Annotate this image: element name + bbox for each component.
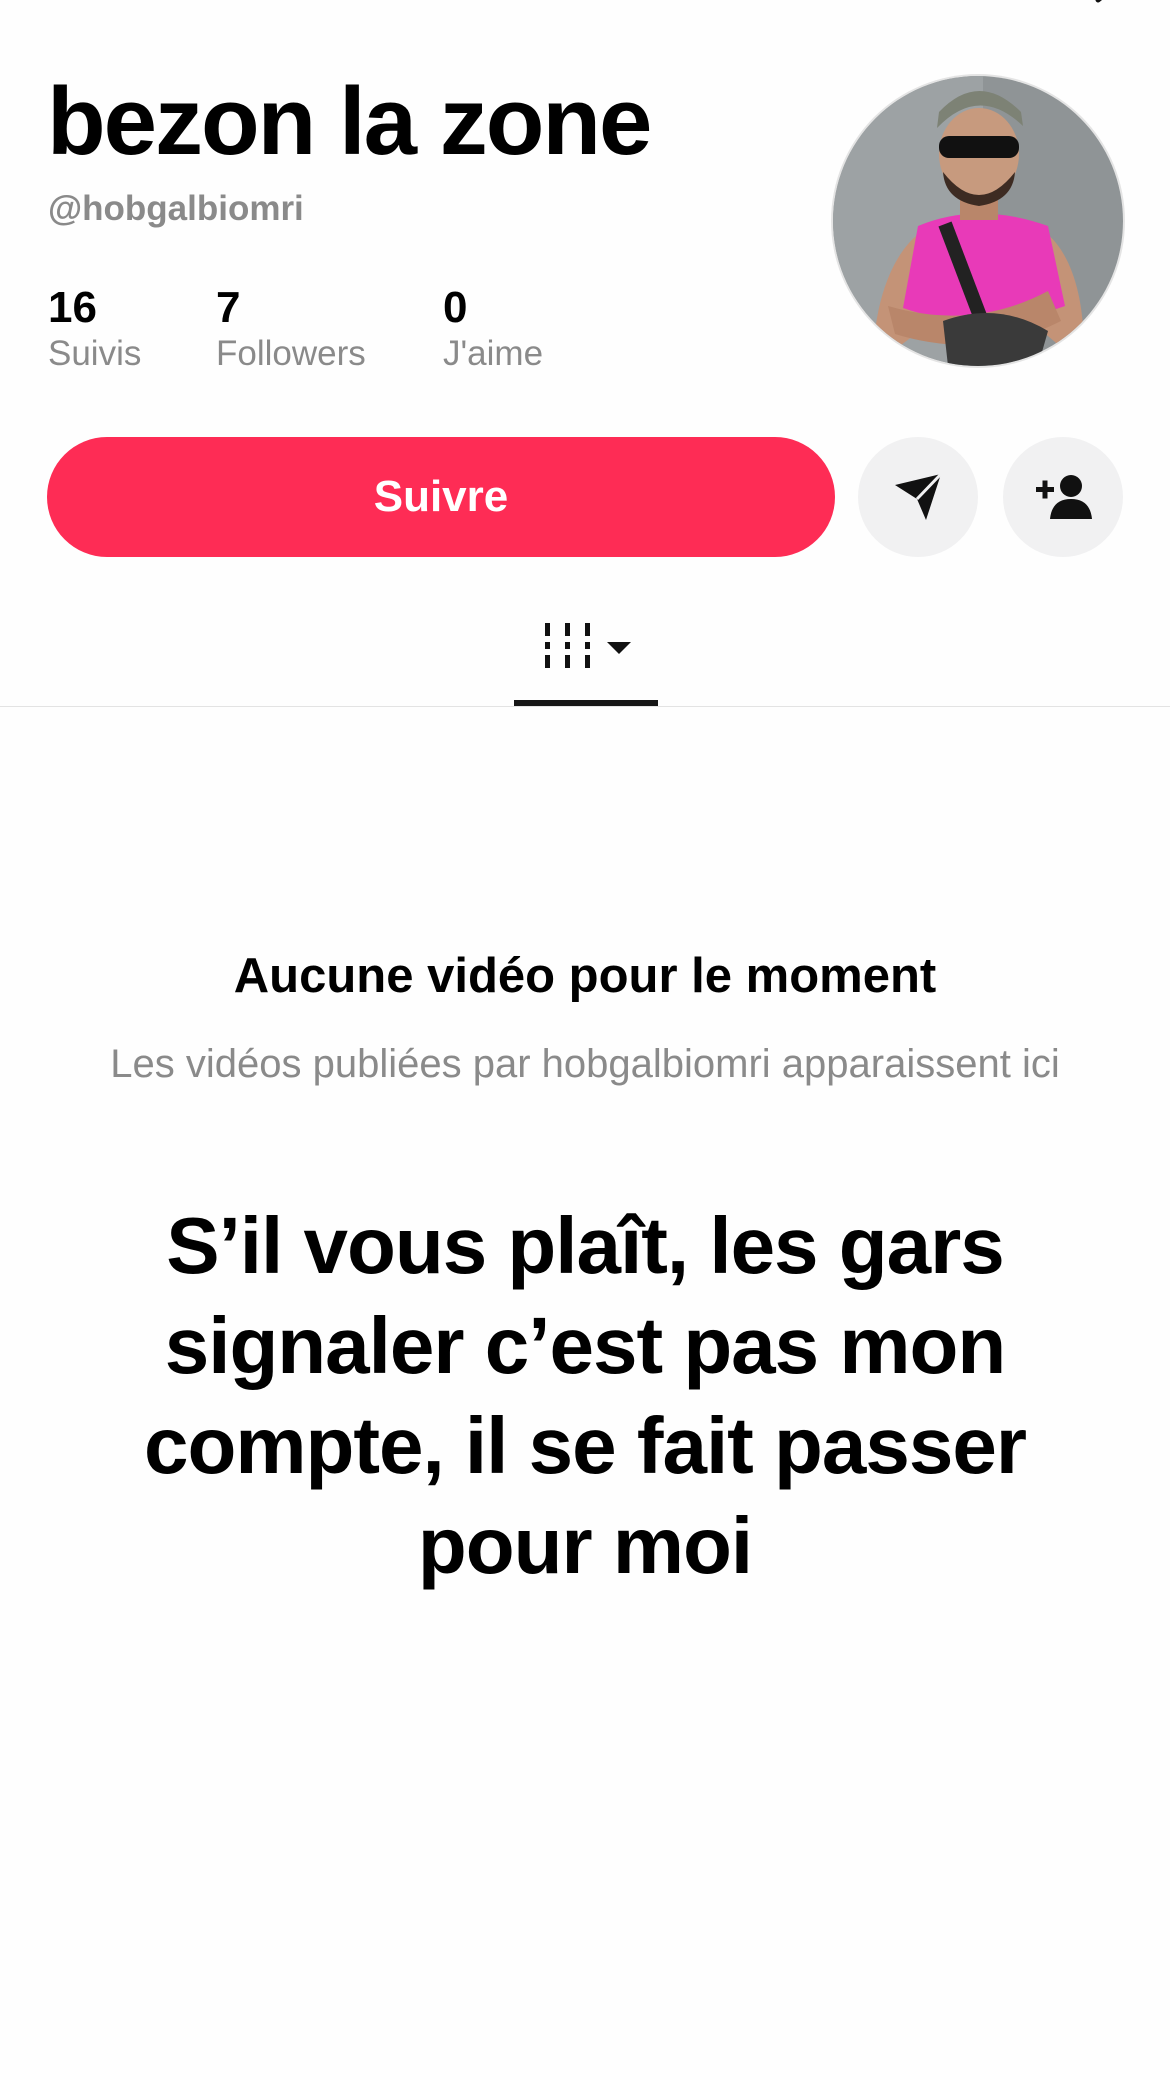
follow-button[interactable]: Suivre: [47, 437, 835, 557]
likes-count: 0: [443, 283, 468, 332]
following-count: 16: [48, 283, 97, 332]
top-right-icons[interactable]: [994, 0, 1114, 14]
followers-count: 7: [216, 283, 241, 332]
followers-label: Followers: [216, 334, 366, 373]
tabs-divider: [0, 706, 1170, 707]
stat-followers[interactable]: 7 Followers: [216, 282, 366, 374]
following-label: Suivis: [48, 334, 142, 373]
add-friend-icon: [1036, 475, 1092, 519]
empty-state-subtitle: Les vidéos publiées par hobgalbiomri app…: [110, 1042, 1060, 1086]
caret-down-icon: [607, 642, 631, 654]
avatar[interactable]: [833, 76, 1123, 366]
stat-following[interactable]: 16 Suivis: [48, 282, 141, 374]
tab-videos[interactable]: [514, 600, 658, 710]
back-icon[interactable]: [62, 0, 98, 14]
overlay-caption: S’il vous plaît, les gars signaler c’est…: [143, 1201, 1027, 1590]
grid-icon: [545, 623, 590, 668]
message-button[interactable]: [858, 437, 978, 557]
username-handle: @hobgalbiomri: [48, 189, 304, 228]
stat-likes[interactable]: 0 J'aime: [443, 282, 543, 374]
send-icon: [895, 472, 943, 520]
add-friend-button[interactable]: [1003, 437, 1123, 557]
display-name: bezon la zone: [47, 68, 652, 175]
empty-state-title: Aucune vidéo pour le moment: [233, 949, 937, 1003]
likes-label: J'aime: [443, 334, 544, 373]
